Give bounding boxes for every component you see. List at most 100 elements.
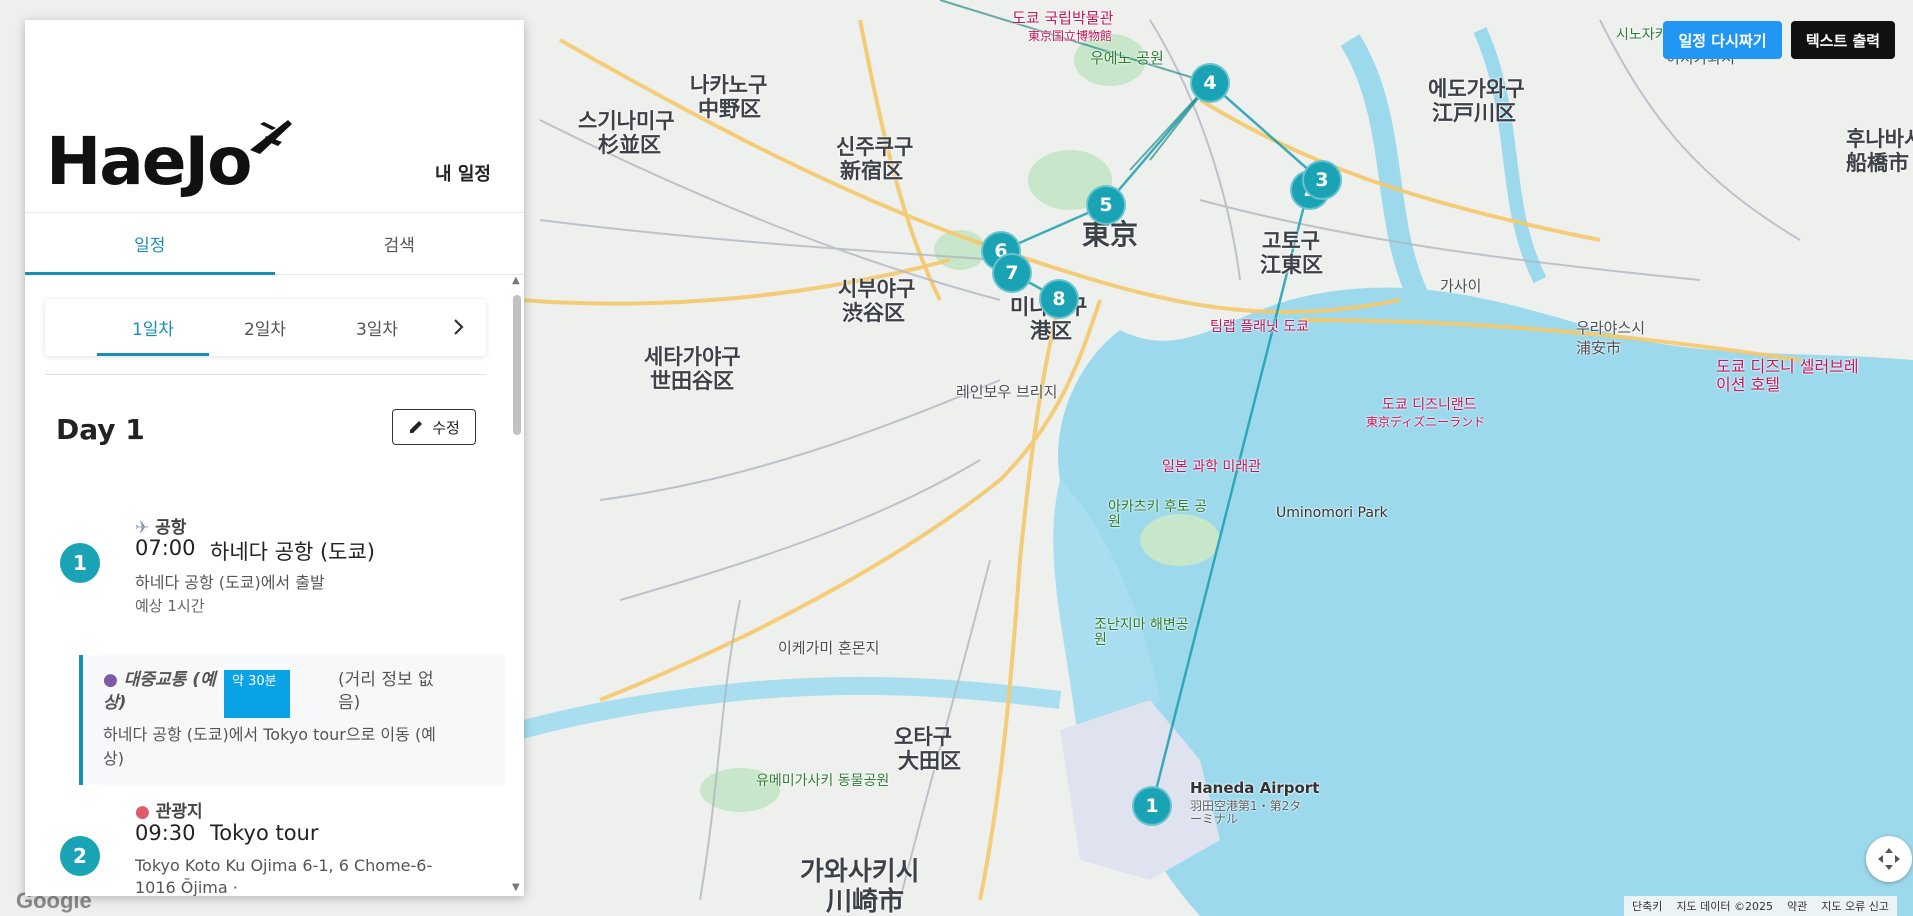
map-label-rainbow: 레인보우 브리지: [956, 383, 1058, 401]
day-tabs: 1일차 2일차 3일차: [45, 299, 486, 356]
map-label-tokyo-museum: 도쿄 국립박물관: [1012, 9, 1114, 27]
map-marker[interactable]: 8: [1039, 279, 1079, 319]
distance-note: (거리 정보 없음): [338, 670, 434, 713]
map-label-kawasaki: 가와사키시: [800, 857, 920, 887]
item-time: 07:00: [135, 536, 196, 560]
map-label-miraikan: 일본 과학 미래관: [1162, 459, 1262, 475]
map-label-edogawa-jp: 江戸川区: [1432, 101, 1516, 125]
airplane-icon: ✈: [135, 518, 150, 538]
map-label-kasai: 가사이: [1440, 277, 1482, 295]
map-label-nakano-jp: 中野区: [698, 97, 761, 121]
edit-button-label: 수정: [432, 418, 460, 437]
map-label-disneyland: 도쿄 디즈니랜드: [1382, 397, 1477, 413]
map-label-koto: 고토구: [1262, 229, 1320, 253]
edit-button[interactable]: 수정: [392, 409, 476, 445]
report-error-link[interactable]: 지도 오류 신고: [1821, 898, 1889, 914]
map-marker[interactable]: 3: [1302, 160, 1342, 200]
schedule-content: 1일차 2일차 3일차 Day 1 수정 ✈ 공항 1 07:00 하네다 공항…: [25, 273, 524, 896]
map-label-funabashi-jp: 船橋市: [1846, 151, 1909, 175]
transit-mode: ● 대중교통 (예상): [103, 669, 223, 715]
map-label-edogawa: 에도가와구: [1428, 77, 1525, 101]
transit-mode-label: 대중교통 (예상): [103, 670, 216, 713]
map-label-ariake: 아카츠키 후토 공원: [1108, 499, 1208, 531]
chevron-right-icon[interactable]: [452, 317, 466, 342]
item-description: Tokyo Koto Ku Ojima 6-1, 6 Chome-6-1016 …: [135, 856, 433, 896]
move-arrows-icon: [1878, 848, 1900, 870]
map-label-funabashi: 후나바시: [1846, 127, 1913, 151]
map-label-tokyo: 東京: [1082, 218, 1139, 251]
item-time: 09:30: [135, 821, 196, 845]
item-category-label: 공항: [155, 518, 187, 538]
item-place: 하네다 공항 (도쿄): [210, 540, 375, 564]
pin-icon: ●: [135, 802, 150, 822]
map-label-urayasu-jp: 浦安市: [1576, 339, 1622, 357]
map-camera-control-button[interactable]: [1866, 836, 1912, 882]
map-label-ota-jp: 大田区: [898, 749, 961, 773]
scrollbar[interactable]: ▲ ▼: [510, 275, 524, 893]
transit-segment: ● 대중교통 (예상) 약 30분 (거리 정보 없음) 하네다 공항 (도쿄)…: [79, 655, 505, 785]
pencil-icon: [410, 421, 423, 433]
map-marker[interactable]: 1: [1132, 786, 1172, 826]
map-label-hotel: 도쿄 디즈니 셀러브레이션 호텔: [1716, 357, 1859, 394]
item-place: Tokyo tour: [210, 821, 319, 845]
map-label-nakano: 나카노구: [690, 73, 768, 97]
map-label-suginami: 스기나미구: [578, 109, 675, 133]
map-label-urayasu: 우라야스시: [1576, 319, 1646, 337]
item-category: ✈ 공항: [135, 513, 186, 538]
scrollbar-thumb[interactable]: [513, 295, 521, 435]
main-tabs: 일정 검색: [25, 212, 524, 275]
map-marker[interactable]: 5: [1086, 185, 1126, 225]
map-label-haneda: Haneda Airport: [1190, 779, 1320, 797]
map-label-kawasaki-jp: 川崎市: [826, 887, 905, 916]
scroll-down-arrow-icon[interactable]: ▼: [512, 882, 520, 893]
map-label-ueno-park: 우에노 공원: [1090, 49, 1164, 67]
item-duration: 예상 1시간: [135, 597, 205, 615]
map-label-shibuya-jp: 渋谷区: [842, 301, 905, 325]
page-title: 내 일정: [435, 164, 491, 185]
replan-button[interactable]: 일정 다시짜기: [1663, 21, 1782, 59]
map-label-setagaya: 세타가야구: [644, 345, 741, 369]
map-label-tokyo-museum-jp: 東京国立博物館: [1028, 29, 1113, 43]
tab-search[interactable]: 검색: [275, 213, 525, 274]
map-data-credit: 지도 데이터 ©2025: [1676, 900, 1773, 913]
schedule-panel: HaeJo 내 일정 일정 검색 1일차 2일차 3일차 Day 1 수정 ✈ …: [25, 20, 524, 896]
day-title: Day 1: [56, 413, 145, 446]
map-label-ota: 오타구: [894, 725, 952, 749]
map-marker[interactable]: 7: [992, 253, 1032, 293]
map-label-disneyland-jp: 東京ディズニーランド: [1366, 415, 1486, 429]
map-label-yumenoshima: 유메미가사키 동물공원: [756, 773, 890, 789]
item-description: 하네다 공항 (도쿄)에서 출발: [135, 573, 325, 592]
divider: [45, 374, 486, 375]
scroll-up-arrow-icon[interactable]: ▲: [512, 275, 520, 286]
tab-schedule[interactable]: 일정: [25, 213, 275, 275]
map-label-ikegami: 이케가미 혼몬지: [778, 639, 880, 657]
item-category-label: 관광지: [155, 802, 203, 822]
haejo-logo-wordmark: HaeJo: [46, 123, 250, 200]
haejo-logo-image: HaeJo: [46, 120, 292, 200]
tab-day-1[interactable]: 1일차: [97, 299, 209, 356]
item-number: 2: [60, 836, 100, 876]
duration-badge: 약 30분: [224, 670, 290, 718]
item-category: ● 관광지: [135, 797, 203, 822]
map-label-shinjuku-jp: 新宿区: [840, 159, 903, 183]
map-footer: 단축키 지도 데이터 ©2025 약관 지도 오류 신고: [1624, 896, 1897, 916]
map-label-suginami-jp: 杉並区: [598, 133, 661, 157]
transit-description: 하네다 공항 (도쿄)에서 Tokyo tour으로 이동 (예상): [103, 725, 436, 768]
map-label-jonan: 조난지마 해변공원: [1094, 617, 1189, 649]
map-label-koto-jp: 江東区: [1260, 253, 1323, 277]
text-output-button[interactable]: 텍스트 출력: [1791, 21, 1895, 59]
map-label-shinjuku: 신주쿠구: [836, 135, 914, 159]
shortcuts-link[interactable]: 단축키: [1632, 898, 1662, 914]
tab-day-2[interactable]: 2일차: [209, 299, 321, 356]
map-label-teamlab: 팀랩 플래닛 도쿄: [1210, 319, 1310, 335]
map-label-setagaya-jp: 世田谷区: [650, 369, 734, 393]
map-label-minato-jp: 港区: [1030, 319, 1072, 343]
map-marker[interactable]: 4: [1190, 63, 1230, 103]
haejo-logo: HaeJo: [46, 116, 302, 206]
map-label-haneda-jp: 羽田空港第1・第2ターミナル: [1190, 799, 1302, 827]
tab-day-3[interactable]: 3일차: [321, 299, 433, 356]
map-label-umimori: Uminomori Park: [1276, 505, 1388, 521]
transit-icon: ●: [103, 670, 118, 690]
terms-link[interactable]: 약관: [1787, 898, 1807, 914]
map-label-shibuya: 시부야구: [838, 277, 916, 301]
